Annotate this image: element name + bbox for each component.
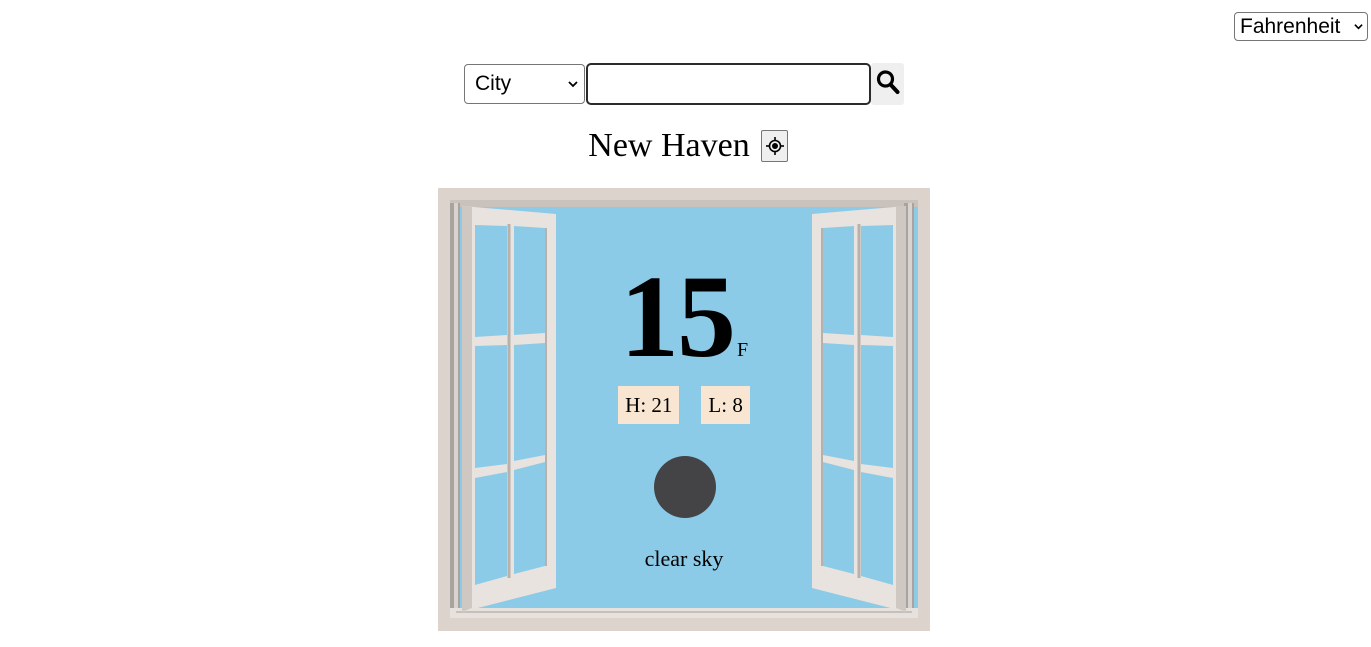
- low-temperature: L: 8: [701, 386, 750, 424]
- city-name: New Haven: [588, 127, 750, 164]
- search-input[interactable]: [586, 63, 871, 105]
- crosshair-icon: [765, 137, 784, 155]
- unit-select-value: Fahrenheit: [1240, 14, 1341, 38]
- search-button[interactable]: [871, 63, 904, 105]
- temperature-unit: F: [736, 339, 749, 361]
- high-low-row: H: 21 L: 8: [438, 386, 930, 424]
- temperature-display: 15 F: [438, 252, 930, 382]
- search-type-select[interactable]: City: [464, 64, 585, 104]
- search-type-value: City: [475, 72, 512, 95]
- weather-description: clear sky: [644, 546, 724, 571]
- use-current-location-button[interactable]: [760, 130, 788, 162]
- location-row: New Haven: [0, 126, 1371, 166]
- chevron-down-icon: [568, 81, 578, 88]
- search-icon: [876, 70, 900, 94]
- high-temperature: H: 21: [618, 386, 680, 424]
- weather-condition-icon: [654, 456, 716, 518]
- unit-select[interactable]: Fahrenheit: [1234, 12, 1368, 41]
- chevron-down-icon: [1354, 24, 1363, 30]
- temperature-value: 15: [619, 251, 736, 382]
